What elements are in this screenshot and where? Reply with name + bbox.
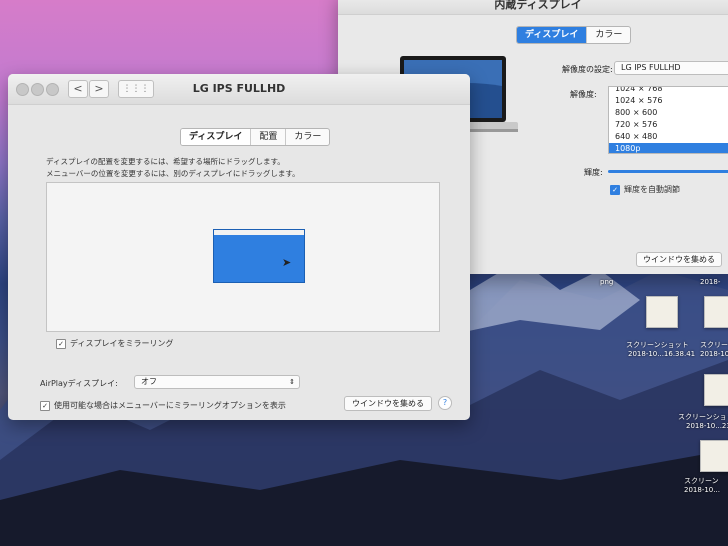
resolution-option[interactable]: 1024 × 576 xyxy=(609,95,728,107)
resolution-label: 解像度: xyxy=(570,90,597,99)
tab-color[interactable]: カラー xyxy=(286,129,329,145)
second-gather-windows-button[interactable]: ウインドウを集める xyxy=(636,252,722,267)
mirror-displays-checkbox[interactable]: ✓ ディスプレイをミラーリング xyxy=(56,338,173,349)
desktop-label: スクリーンショット xyxy=(626,341,689,349)
gather-windows-button[interactable]: ウインドウを集める xyxy=(344,396,432,411)
screenshot-file-icon[interactable] xyxy=(704,296,728,328)
optimize-select[interactable]: LG IPS FULLHD xyxy=(614,61,728,75)
resolution-option-selected[interactable]: 1080p xyxy=(609,143,728,153)
desktop-label: 2018-10...23 xyxy=(686,422,728,430)
auto-brightness-checkbox[interactable]: ✓ 輝度を自動調節 xyxy=(610,184,680,195)
resolution-option[interactable]: 640 × 480 xyxy=(609,131,728,143)
external-display-window: < > ⋮⋮⋮ LG IPS FULLHD ディスプレイ 配置 カラー ディスプ… xyxy=(8,74,470,420)
desktop-label: 2018-10... xyxy=(684,486,720,494)
airplay-label: AirPlayディスプレイ: xyxy=(40,379,118,388)
show-mirroring-checkbox[interactable]: ✓ 使用可能な場合はメニューバーにミラーリングオプションを表示 xyxy=(40,400,286,411)
desktop-label: スクリーン xyxy=(684,477,719,485)
screenshot-file-icon[interactable] xyxy=(700,440,728,472)
screenshot-file-icon[interactable] xyxy=(646,296,678,328)
brightness-label: 輝度: xyxy=(584,168,603,177)
updown-chevron-icon: ⇕ xyxy=(289,378,295,386)
cursor-icon: ➤ xyxy=(282,256,292,269)
tab-display[interactable]: ディスプレイ xyxy=(181,129,252,145)
arrange-hint-line1: ディスプレイの配置を変更するには、希望する場所にドラッグします。 xyxy=(46,157,285,166)
resolution-list[interactable]: 1024 × 768 1024 × 576 800 × 600 720 × 57… xyxy=(608,86,728,154)
main-titlebar: < > ⋮⋮⋮ LG IPS FULLHD xyxy=(8,74,470,105)
optimize-label: 解像度の設定: xyxy=(562,65,613,74)
resolution-option[interactable]: 720 × 576 xyxy=(609,119,728,131)
help-button[interactable]: ? xyxy=(438,396,452,410)
menubar-strip[interactable] xyxy=(214,230,304,235)
main-tab-bar: ディスプレイ 配置 カラー xyxy=(180,128,331,146)
tab-arrangement[interactable]: 配置 xyxy=(251,129,287,145)
second-tab-bar: ディスプレイ カラー xyxy=(516,26,632,44)
second-titlebar: 内蔵ディスプレイ xyxy=(338,0,728,15)
desktop-label: png xyxy=(600,278,614,286)
mirror-displays-label: ディスプレイをミラーリング xyxy=(70,339,174,348)
main-window-title: LG IPS FULLHD xyxy=(192,82,286,95)
brightness-slider[interactable] xyxy=(608,170,728,173)
desktop-label: 2018-10...16.38.41 xyxy=(628,350,696,358)
airplay-select[interactable]: オフ ⇕ xyxy=(134,375,300,389)
desktop-label: スクリーンショット xyxy=(678,413,728,421)
checkmark-icon: ✓ xyxy=(610,184,620,195)
second-tab-display[interactable]: ディスプレイ xyxy=(517,27,588,43)
second-window-title: 内蔵ディスプレイ xyxy=(494,0,582,11)
resolution-option[interactable]: 800 × 600 xyxy=(609,107,728,119)
resolution-option[interactable]: 1024 × 768 xyxy=(609,87,728,95)
checkmark-icon: ✓ xyxy=(56,338,66,349)
arrangement-area[interactable]: ➤ xyxy=(46,182,440,332)
screenshot-file-icon[interactable] xyxy=(704,374,728,406)
auto-brightness-label: 輝度を自動調節 xyxy=(624,185,680,194)
arrange-hint-line2: メニューバーの位置を変更するには、別のディスプレイにドラッグします。 xyxy=(46,169,300,178)
display-thumbnail[interactable]: ➤ xyxy=(213,229,305,283)
desktop-label: スクリーン xyxy=(700,341,728,349)
checkmark-icon: ✓ xyxy=(40,400,50,411)
desktop-label: 2018-10... xyxy=(700,350,728,358)
show-mirroring-label: 使用可能な場合はメニューバーにミラーリングオプションを表示 xyxy=(54,401,286,410)
airplay-value: オフ xyxy=(141,377,157,386)
second-tab-color[interactable]: カラー xyxy=(587,27,630,43)
desktop-label: 2018- xyxy=(700,278,721,286)
